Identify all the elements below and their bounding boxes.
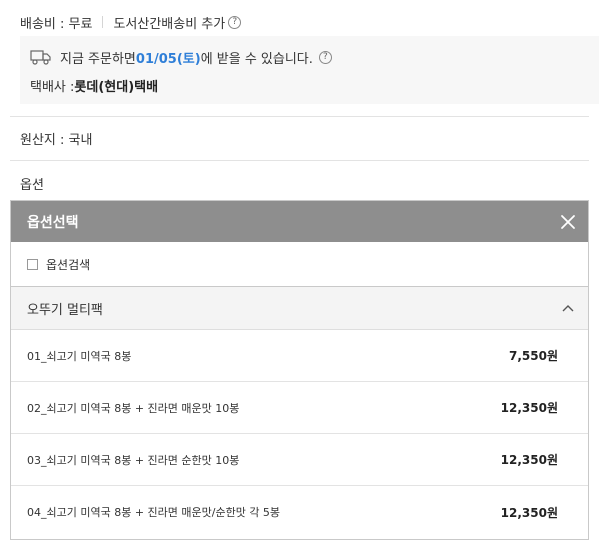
option-search-checkbox[interactable]: [27, 258, 38, 270]
option-search-row: 옵션검색: [11, 242, 588, 287]
divider: [10, 116, 589, 117]
carrier-line: 택배사 : 롯데(현대)택배: [30, 76, 159, 95]
option-group-header[interactable]: 오뚜기 멀티팩: [11, 287, 588, 330]
option-price: 7,550원: [509, 349, 558, 363]
option-price: 12,350원: [500, 505, 558, 520]
option-item[interactable]: 02_쇠고기 미역국 8봉 + 진라면 매운맛 10봉 12,350원: [11, 382, 588, 434]
delivery-estimate-box: 지금 주문하면 01/05(토) 에 받을 수 있습니다. ? 택배사 : 롯데…: [20, 36, 599, 104]
help-icon[interactable]: ?: [228, 15, 242, 29]
delivery-prefix: 지금 주문하면: [60, 51, 136, 67]
option-name: 02_쇠고기 미역국 8봉 + 진라면 매운맛 10봉: [27, 401, 240, 415]
carrier-label: 택배사 :: [30, 79, 75, 95]
help-icon[interactable]: ?: [318, 50, 332, 64]
option-section-label: 옵션: [20, 173, 44, 193]
option-item[interactable]: 03_쇠고기 미역국 8봉 + 진라면 순한맛 10봉 12,350원: [11, 434, 588, 486]
delivery-suffix: 에 받을 수 있습니다.: [200, 51, 313, 67]
divider: [10, 160, 589, 161]
truck-icon: [30, 50, 51, 65]
delivery-estimate-line: 지금 주문하면 01/05(토) 에 받을 수 있습니다. ?: [30, 47, 332, 67]
delivery-date: 01/05(토): [135, 51, 201, 67]
option-name: 04_쇠고기 미역국 8봉 + 진라면 매운맛/순한맛 각 5봉: [27, 506, 281, 519]
option-name: 03_쇠고기 미역국 8봉 + 진라면 순한맛 10봉: [27, 453, 240, 467]
origin-label: 원산지 : 국내: [20, 132, 93, 148]
shipping-info-row: 배송비 : 무료 도서산간배송비 추가 ?: [20, 12, 242, 32]
option-price: 12,350원: [500, 401, 558, 415]
option-label: 옵션: [20, 177, 44, 193]
option-item[interactable]: 01_쇠고기 미역국 8봉 7,550원: [11, 330, 588, 382]
option-list: 01_쇠고기 미역국 8봉 7,550원 02_쇠고기 미역국 8봉 + 진라면…: [11, 330, 588, 538]
remote-area-fee-label: 도서산간배송비 추가: [113, 16, 226, 32]
option-item[interactable]: 04_쇠고기 미역국 8봉 + 진라면 매운맛/순한맛 각 5봉 12,350원: [11, 486, 588, 538]
panel-header: 옵션선택: [11, 201, 588, 242]
origin-row: 원산지 : 국내: [20, 128, 92, 148]
shipping-fee-label: 배송비 : 무료: [20, 16, 93, 32]
option-price: 12,350원: [500, 453, 558, 467]
option-select-panel: 옵션선택 옵션검색 오뚜기 멀티팩 01_쇠고기 미역국 8봉 7,550원 0…: [10, 200, 589, 540]
carrier-name: 롯데(현대)택배: [74, 79, 159, 95]
option-group-title: 오뚜기 멀티팩: [27, 302, 103, 318]
option-name: 01_쇠고기 미역국 8봉: [27, 349, 132, 363]
close-icon[interactable]: [560, 214, 576, 230]
divider: [102, 16, 104, 28]
chevron-up-icon[interactable]: [562, 304, 574, 312]
option-search-label[interactable]: 옵션검색: [46, 256, 90, 273]
panel-title: 옵션선택: [27, 214, 79, 231]
